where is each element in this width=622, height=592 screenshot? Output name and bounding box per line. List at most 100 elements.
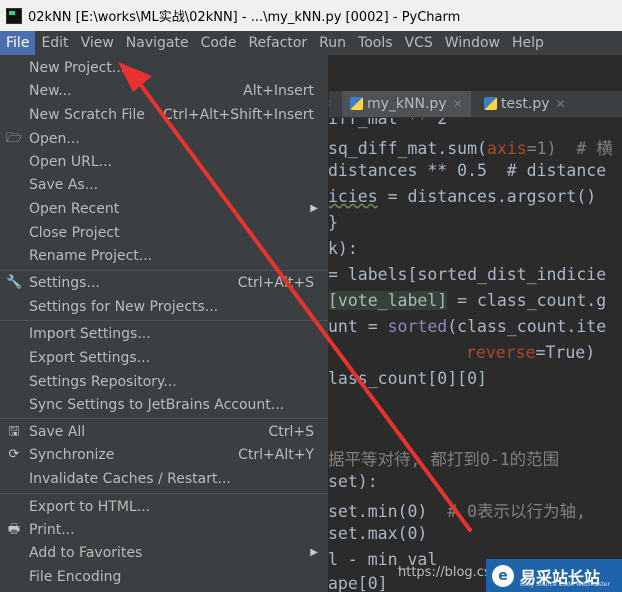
close-tab-icon[interactable]: ✕ <box>453 97 463 111</box>
code-text: =True) <box>535 343 596 362</box>
code-line: set.max(0) <box>328 524 427 543</box>
code-comment: # 0表示以行为轴, <box>447 502 586 521</box>
code-line: sq_diff_mat.sum(axis=1) # 横 <box>328 135 613 159</box>
menu-item-label: Open... <box>29 131 80 147</box>
sync-icon: ⟳ <box>8 447 20 462</box>
menu-item-label: Save As... <box>29 177 99 193</box>
menu-tools[interactable]: Tools <box>352 31 399 55</box>
code-text: = labels[sorted_dist_indicie <box>328 265 607 284</box>
code-text: } <box>328 213 338 232</box>
code-line: k): <box>328 239 358 258</box>
menu-item-import-settings[interactable]: Import Settings... <box>0 323 328 345</box>
menu-code[interactable]: Code <box>195 31 243 55</box>
menu-item-new-project[interactable]: New Project... <box>0 57 328 79</box>
code-line: set): <box>328 472 378 491</box>
menu-item-open-recent[interactable]: Open Recent ▶ <box>0 198 328 220</box>
menu-item-label: Rename Project... <box>29 248 153 264</box>
code-line: 据平等对待, 都打到0-1的范围 <box>328 446 559 470</box>
code-text: distances ** 0.5 # distance <box>328 161 607 180</box>
menu-separator <box>0 270 328 271</box>
code-text: set): <box>328 472 378 491</box>
menu-item-print[interactable]: 🖶 Print... <box>0 519 328 541</box>
menu-item-label: Invalidate Caches / Restart... <box>29 471 231 487</box>
menu-item-new[interactable]: New... Alt+Insert <box>0 80 328 102</box>
menu-item-label: Export Settings... <box>29 350 151 366</box>
code-text: set.max(0) <box>328 524 428 543</box>
menu-item-label: New Scratch File <box>29 107 145 123</box>
python-file-icon <box>484 97 497 110</box>
menu-item-add-favorites[interactable]: Add to Favorites ▶ <box>0 542 328 564</box>
editor-tabs: ‹ my_kNN.py✕ test.py✕ <box>322 91 622 118</box>
menu-separator <box>0 418 328 419</box>
menu-item-label: Settings for New Projects... <box>29 299 219 315</box>
menu-item-label: Open Recent <box>29 201 120 217</box>
code-line: lass_count[0][0] <box>328 369 487 388</box>
menu-item-label: Import Settings... <box>29 326 151 342</box>
code-text: = class_count.g <box>447 291 607 310</box>
menu-item-open[interactable]: 🗁 Open... <box>0 128 328 150</box>
code-text: lass_count[0][0] <box>328 369 487 388</box>
menu-item-export-html[interactable]: Export to HTML... <box>0 496 328 518</box>
menu-refactor[interactable]: Refactor <box>242 31 313 55</box>
menu-navigate[interactable]: Navigate <box>120 31 195 55</box>
code-text: set.min(0) <box>328 502 448 521</box>
submenu-arrow-icon: ▶ <box>310 203 318 214</box>
code-text: ape[0] <box>328 574 388 592</box>
code-text: [vote_label] <box>328 291 448 310</box>
code-line: distances ** 0.5 # distance <box>328 161 606 180</box>
menu-item-label: Settings... <box>29 275 100 291</box>
menu-edit[interactable]: Edit <box>35 31 74 55</box>
menu-item-export-settings[interactable]: Export Settings... <box>0 347 328 369</box>
title-bar: 02kNN [E:\works\ML实战\02kNN] - ...\my_kNN… <box>0 0 622 31</box>
code-line: = labels[sorted_dist_indicie <box>328 265 606 284</box>
tab-label: my_kNN.py <box>367 96 447 112</box>
menu-item-rename-project[interactable]: Rename Project... <box>0 245 328 267</box>
menu-item-synchronize[interactable]: ⟳ Synchronize Ctrl+Alt+Y <box>0 444 328 466</box>
code-line: [vote_label] = class_count.g <box>328 291 606 310</box>
menu-item-label: Sync Settings to JetBrains Account... <box>29 397 285 413</box>
menu-item-open-url[interactable]: Open URL... <box>0 151 328 173</box>
site-subtitle: Easy Source Code Webmaster <box>520 581 611 588</box>
menu-item-file-encoding[interactable]: File Encoding <box>0 566 328 588</box>
site-logo-icon: e <box>492 564 514 587</box>
code-text: unt = <box>328 317 388 336</box>
tab-my-knn[interactable]: my_kNN.py ✕ <box>342 91 471 117</box>
menu-item-sync-settings[interactable]: Sync Settings to JetBrains Account... <box>0 394 328 416</box>
menu-item-new-scratch-file[interactable]: New Scratch File Ctrl+Alt+Shift+Insert <box>0 104 328 126</box>
folder-icon: 🗁 <box>6 131 23 146</box>
menu-item-settings[interactable]: 🔧 Settings... Ctrl+Alt+S <box>0 272 328 294</box>
menu-help[interactable]: Help <box>506 31 550 55</box>
menu-window[interactable]: Window <box>439 31 506 55</box>
menu-item-save-all[interactable]: 🖫 Save All Ctrl+S <box>0 421 328 443</box>
menu-shortcut: Ctrl+S <box>268 424 314 440</box>
menu-shortcut: Alt+Insert <box>243 83 314 99</box>
code-builtin: sorted <box>387 317 448 336</box>
menu-item-invalidate-caches[interactable]: Invalidate Caches / Restart... <box>0 468 328 490</box>
menu-item-settings-new-projects[interactable]: Settings for New Projects... <box>0 296 328 318</box>
close-tab-icon[interactable]: ✕ <box>556 97 566 111</box>
menu-item-save-as[interactable]: Save As... <box>0 174 328 196</box>
menu-view[interactable]: View <box>75 31 120 55</box>
site-badge: e 易采站长站 Easy Source Code Webmaster <box>486 559 622 592</box>
menu-run[interactable]: Run <box>313 31 352 55</box>
menu-item-label: Synchronize <box>29 447 115 463</box>
code-text: (class_count.ite <box>447 317 607 336</box>
code-line: ape[0] <box>328 574 388 592</box>
watermark-url: https://blog.csd <box>398 565 499 580</box>
menu-vcs[interactable]: VCS <box>399 31 439 55</box>
code-comment: 据平等对待, 都打到0-1的范围 <box>328 450 560 469</box>
code-param: axis <box>486 139 527 158</box>
menu-separator <box>0 493 328 494</box>
menu-file[interactable]: File <box>0 31 36 55</box>
tab-label: test.py <box>501 96 550 112</box>
code-line: } <box>328 213 338 232</box>
file-menu-dropdown: New Project... New... Alt+Insert New Scra… <box>0 55 329 592</box>
tab-test[interactable]: test.py ✕ <box>480 91 570 117</box>
menu-item-label: Export to HTML... <box>29 499 151 515</box>
menu-item-settings-repository[interactable]: Settings Repository... <box>0 371 328 393</box>
menu-item-close-project[interactable]: Close Project <box>0 222 328 244</box>
code-editor[interactable]: iff_mat ** 2 sq_diff_mat.sum(axis=1) # 横… <box>322 55 622 592</box>
menu-shortcut: Ctrl+Alt+S <box>237 275 314 291</box>
printer-icon: 🖶 <box>7 522 21 537</box>
menu-item-label: File Encoding <box>29 569 122 585</box>
